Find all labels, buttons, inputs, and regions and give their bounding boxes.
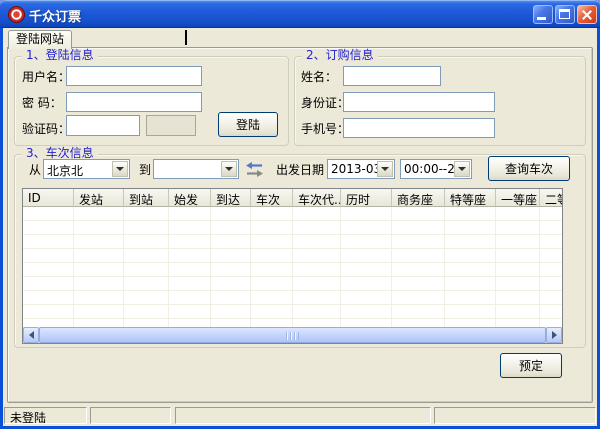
column-header-6[interactable]: 车次 <box>251 189 293 207</box>
from-station-value: 北京北 <box>47 164 84 178</box>
captcha-input[interactable] <box>66 115 140 136</box>
column-header-1[interactable]: ID <box>23 189 74 207</box>
depart-date-combobox[interactable]: 2013-03-02 <box>327 159 395 179</box>
scrollbar-thumb[interactable] <box>39 327 546 343</box>
dropdown-button[interactable] <box>454 161 470 177</box>
login-button[interactable]: 登陆 <box>218 112 278 137</box>
scrollbar-grip-icon <box>285 332 299 340</box>
username-label: 用户名： <box>22 70 71 84</box>
from-label: 从 <box>29 163 42 177</box>
query-trains-button[interactable]: 查询车次 <box>488 156 570 181</box>
table-column-8 <box>341 207 392 327</box>
captcha-label: 验证码： <box>22 122 71 136</box>
window-title: 千众订票 <box>29 10 82 25</box>
table-column-2 <box>74 207 124 327</box>
status-panel-3 <box>175 407 431 424</box>
table-column-9 <box>392 207 445 327</box>
table-column-3 <box>124 207 169 327</box>
from-station-combobox[interactable]: 北京北 <box>43 159 130 179</box>
status-panel-4 <box>434 407 596 424</box>
time-range-combobox[interactable]: 00:00--24:00 <box>400 159 472 179</box>
chevron-down-icon <box>225 167 233 175</box>
close-button[interactable] <box>577 5 597 24</box>
column-header-10[interactable]: 特等座 <box>445 189 496 207</box>
table-column-7 <box>293 207 341 327</box>
table-column-5 <box>211 207 251 327</box>
title-bar: 千众订票 <box>0 0 600 28</box>
app-window: 千众订票 登陆网站 1、登陆信息 用户名： 密 码： 验证码： 登陆 2、订购信… <box>0 0 600 429</box>
depart-date-label: 出发日期 <box>276 163 325 177</box>
username-input[interactable] <box>66 66 202 86</box>
train-table-body <box>23 207 562 327</box>
name-input[interactable] <box>343 66 441 86</box>
status-login-state: 未登陆 <box>4 407 87 424</box>
to-station-combobox[interactable] <box>153 159 239 179</box>
column-header-8[interactable]: 历时 <box>341 189 392 207</box>
minimize-button[interactable] <box>533 5 553 24</box>
column-header-9[interactable]: 商务座 <box>392 189 445 207</box>
table-column-6 <box>251 207 293 327</box>
depart-date-value: 2013-03-02 <box>331 162 378 176</box>
name-label: 姓名： <box>301 70 338 84</box>
password-input[interactable] <box>66 92 202 112</box>
tab-login-site[interactable]: 登陆网站 <box>8 30 72 49</box>
arrow-right-icon <box>551 331 561 339</box>
id-card-input[interactable] <box>343 92 495 112</box>
text-caret-artifact <box>185 30 187 45</box>
phone-input[interactable] <box>343 118 495 138</box>
chevron-down-icon <box>381 167 389 175</box>
maximize-icon <box>559 9 570 19</box>
table-column-10 <box>445 207 496 327</box>
train-table-header: ID发站到站始发到达车次车次代...历时商务座特等座一等座二等座 <box>23 189 562 207</box>
app-icon[interactable] <box>8 6 25 23</box>
table-column-1 <box>23 207 74 327</box>
captcha-image[interactable] <box>146 115 196 136</box>
scroll-right-button[interactable] <box>546 327 562 343</box>
swap-stations-icon[interactable] <box>245 162 264 180</box>
chevron-down-icon <box>458 167 466 175</box>
column-header-3[interactable]: 到站 <box>124 189 169 207</box>
dropdown-button[interactable] <box>221 161 237 177</box>
book-button[interactable]: 预定 <box>500 353 562 378</box>
column-header-11[interactable]: 一等座 <box>496 189 540 207</box>
order-group-caption: 2、订购信息 <box>302 49 378 62</box>
time-range-value: 00:00--24:00 <box>404 162 455 176</box>
status-bar: 未登陆 <box>3 406 597 426</box>
chevron-down-icon <box>116 167 124 175</box>
horizontal-scrollbar <box>23 327 562 343</box>
table-column-12 <box>540 207 562 327</box>
column-header-4[interactable]: 始发 <box>169 189 211 207</box>
train-table: ID发站到站始发到达车次车次代...历时商务座特等座一等座二等座 <box>22 188 563 344</box>
to-label: 到 <box>139 163 152 177</box>
arrow-left-icon <box>25 331 34 339</box>
scroll-left-button[interactable] <box>23 327 39 343</box>
minimize-icon <box>537 17 546 20</box>
id-card-label: 身份证： <box>301 96 350 110</box>
maximize-button[interactable] <box>555 5 575 24</box>
status-panel-2 <box>90 407 171 424</box>
dropdown-button[interactable] <box>377 161 393 177</box>
table-column-11 <box>496 207 540 327</box>
table-column-4 <box>169 207 211 327</box>
phone-label: 手机号： <box>301 122 350 136</box>
login-group-caption: 1、登陆信息 <box>22 49 98 62</box>
password-label: 密 码： <box>22 96 62 110</box>
column-header-12[interactable]: 二等座 <box>540 189 562 207</box>
dropdown-button[interactable] <box>112 161 128 177</box>
column-header-7[interactable]: 车次代... <box>293 189 341 207</box>
column-header-2[interactable]: 发站 <box>74 189 124 207</box>
column-header-5[interactable]: 到达 <box>211 189 251 207</box>
